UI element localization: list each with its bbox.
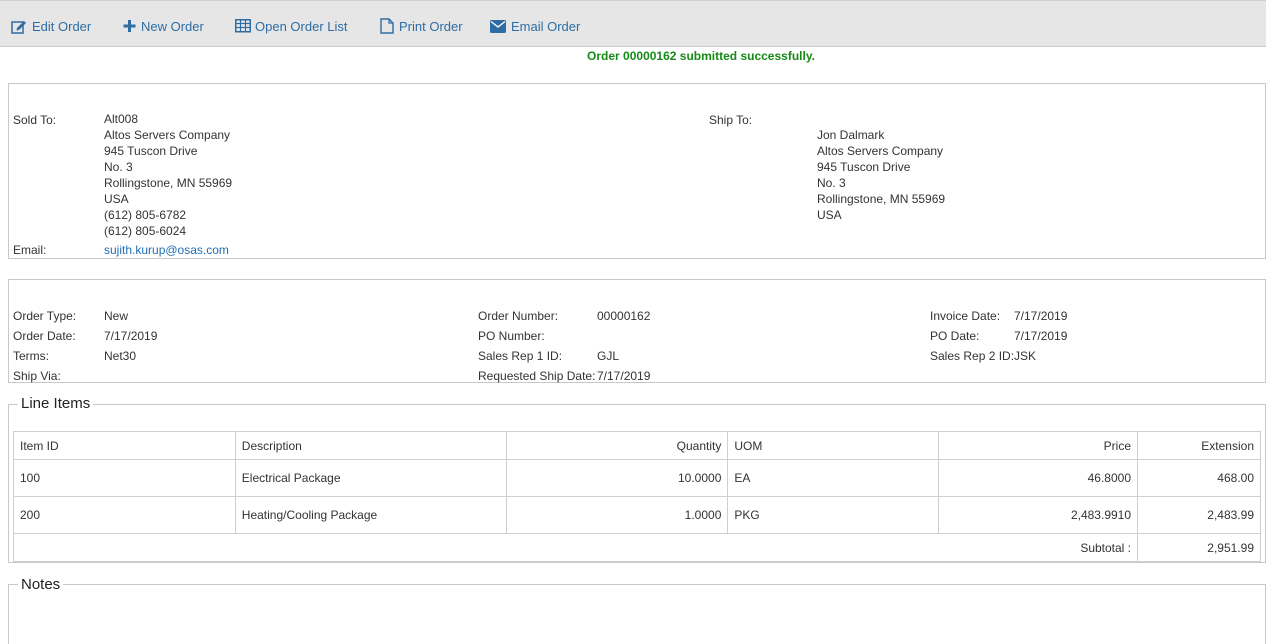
cell-item-id: 100 — [13, 459, 236, 497]
sales-rep-1-value: GJL — [597, 349, 620, 363]
order-number-value: 00000162 — [597, 309, 651, 323]
sales-rep-2-value: JSK — [1014, 349, 1037, 363]
email-label: Email: — [13, 243, 47, 257]
edit-order-label: Edit Order — [32, 19, 92, 34]
sold-to-line: Rollingstone, MN 55969 — [104, 176, 233, 190]
invoice-date-value: 7/17/2019 — [1014, 309, 1068, 323]
order-info-col2-values: 00000162 GJL 7/17/2019 — [597, 306, 650, 386]
requested-ship-date-value: 7/17/2019 — [597, 369, 651, 383]
ship-to-label: Ship To: — [709, 113, 753, 127]
col-header-extension: Extension — [1137, 431, 1261, 460]
cell-quantity: 1.0000 — [505, 496, 729, 534]
ship-to-line: Jon Dalmark — [817, 128, 885, 142]
order-info-col2-labels: Order Number: PO Number: Sales Rep 1 ID:… — [478, 306, 595, 386]
col-header-price: Price — [938, 431, 1139, 460]
order-date-value: 7/17/2019 — [104, 329, 158, 343]
order-number-label: Order Number: — [478, 309, 559, 323]
order-date-label: Order Date: — [13, 329, 76, 343]
sales-rep-1-label: Sales Rep 1 ID: — [478, 349, 563, 363]
po-number-value — [597, 326, 650, 346]
order-info-col3-values: 7/17/2019 7/17/2019 JSK — [1014, 306, 1067, 366]
cell-description: Electrical Package — [234, 459, 507, 497]
order-info-col1-labels: Order Type: Order Date: Terms: Ship Via: — [13, 306, 76, 386]
order-info-col3-labels: Invoice Date: PO Date: Sales Rep 2 ID: — [930, 306, 1014, 366]
po-date-value: 7/17/2019 — [1014, 329, 1068, 343]
po-number-label: PO Number: — [478, 329, 545, 343]
cell-price: 2,483.9910 — [938, 496, 1139, 534]
document-icon — [380, 18, 394, 34]
edit-icon — [11, 21, 26, 34]
table-icon — [235, 19, 251, 33]
envelope-icon — [490, 20, 506, 33]
line-items-table: Item ID Description Quantity UOM Price E… — [12, 431, 1261, 562]
col-header-item-id: Item ID — [13, 431, 236, 460]
sales-rep-2-label: Sales Rep 2 ID: — [930, 349, 1015, 363]
requested-ship-date-label: Requested Ship Date: — [478, 369, 596, 383]
order-type-value: New — [104, 309, 129, 323]
open-order-list-button[interactable]: Open Order List — [235, 18, 357, 36]
cell-description: Heating/Cooling Package — [234, 496, 507, 534]
sold-to-line: USA — [104, 192, 129, 206]
cell-price: 46.8000 — [938, 459, 1139, 497]
email-link[interactable]: sujith.kurup@osas.com — [104, 243, 229, 257]
cell-uom: EA — [727, 459, 940, 497]
ship-to-line: No. 3 — [817, 176, 846, 190]
cell-extension: 2,483.99 — [1137, 496, 1261, 534]
ship-to-line: Altos Servers Company — [817, 144, 944, 158]
email-order-label: Email Order — [511, 19, 581, 34]
plus-icon — [123, 20, 136, 32]
order-info-col1-values: New 7/17/2019 Net30 — [104, 306, 157, 386]
success-message: Order 00000162 submitted successfully. — [587, 49, 815, 63]
sold-to-line: (612) 805-6782 — [104, 208, 187, 222]
print-order-button[interactable]: Print Order — [380, 18, 472, 36]
print-order-label: Print Order — [399, 19, 463, 34]
cell-uom: PKG — [727, 496, 940, 534]
subtotal-label: Subtotal : — [12, 533, 1138, 562]
terms-label: Terms: — [13, 349, 49, 363]
invoice-date-label: Invoice Date: — [930, 309, 1001, 323]
subtotal-value: 2,951.99 — [1137, 533, 1261, 562]
col-header-uom: UOM — [727, 431, 940, 460]
ship-to-address: Jon Dalmark Altos Servers Company 945 Tu… — [817, 127, 945, 223]
edit-order-button[interactable]: Edit Order — [11, 18, 101, 36]
sold-to-line: Alt008 — [104, 112, 139, 126]
sold-to-line: (612) 805-6024 — [104, 224, 187, 238]
sold-to-line: 945 Tuscon Drive — [104, 144, 198, 158]
sold-to-line: Altos Servers Company — [104, 128, 231, 142]
open-order-list-label: Open Order List — [255, 19, 348, 34]
sold-to-line: No. 3 — [104, 160, 133, 174]
notes-panel — [8, 584, 1266, 644]
table-row: 200 Heating/Cooling Package 1.0000 PKG 2… — [13, 496, 1261, 534]
ship-via-label: Ship Via: — [13, 369, 61, 383]
sold-to-address: Alt008 Altos Servers Company 945 Tuscon … — [104, 111, 232, 239]
ship-to-line: 945 Tuscon Drive — [817, 160, 911, 174]
order-type-label: Order Type: — [13, 309, 77, 323]
cell-quantity: 10.0000 — [505, 459, 729, 497]
ship-to-line: USA — [817, 208, 842, 222]
new-order-button[interactable]: New Order — [123, 18, 213, 36]
table-row: 100 Electrical Package 10.0000 EA 46.800… — [13, 459, 1261, 497]
col-header-description: Description — [234, 431, 507, 460]
po-date-label: PO Date: — [930, 329, 980, 343]
col-header-quantity: Quantity — [505, 431, 729, 460]
email-order-button[interactable]: Email Order — [490, 18, 588, 36]
line-items-title: Line Items — [18, 395, 94, 412]
table-header-row: Item ID Description Quantity UOM Price E… — [13, 431, 1261, 460]
terms-value: Net30 — [104, 349, 137, 363]
toolbar: Edit Order New Order Open Order List Pri… — [0, 0, 1266, 47]
ship-to-line: Rollingstone, MN 55969 — [817, 192, 946, 206]
cell-item-id: 200 — [13, 496, 236, 534]
new-order-label: New Order — [141, 19, 204, 34]
ship-via-value — [104, 366, 157, 386]
sold-to-label: Sold To: — [13, 113, 57, 127]
cell-extension: 468.00 — [1137, 459, 1261, 497]
subtotal-row: Subtotal : 2,951.99 — [12, 533, 1261, 562]
notes-title: Notes — [18, 576, 64, 593]
